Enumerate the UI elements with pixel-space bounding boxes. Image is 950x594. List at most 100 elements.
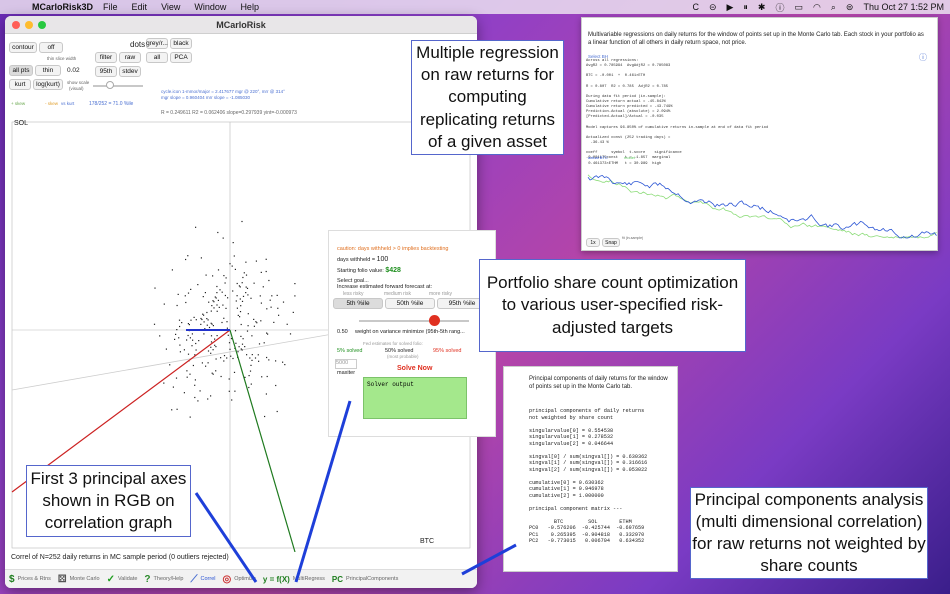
snap-button[interactable]: Snap <box>602 238 620 247</box>
scatter-point <box>210 322 212 324</box>
scatter-point <box>200 257 202 259</box>
tab-correl[interactable]: ⟋ Correl <box>191 574 216 585</box>
menu-window[interactable]: Window <box>194 2 226 12</box>
1x-button[interactable]: 1x <box>586 238 600 247</box>
scatter-point <box>215 358 217 360</box>
regression-info-icon[interactable]: ⓘ <box>919 52 927 63</box>
control-center-icon[interactable]: ⊜ <box>846 2 854 13</box>
bluetooth-icon[interactable]: ✱ <box>758 2 766 13</box>
scatter-point <box>187 323 189 325</box>
show-scale-label: show scale <box>67 80 90 85</box>
maxiter-input[interactable]: 5000 <box>335 359 357 369</box>
tab-label: Monte Carlo <box>69 576 100 582</box>
filter-button[interactable]: filter <box>95 52 117 63</box>
pc-header: Principal components of daily returns fo… <box>529 376 668 390</box>
solved5-label: 5% solved <box>337 348 363 354</box>
menu-file[interactable]: File <box>103 2 118 12</box>
thin-value[interactable]: 0.02 <box>67 67 80 74</box>
scatter-point <box>259 295 261 297</box>
black-button[interactable]: black <box>170 38 192 49</box>
scatter-point <box>202 313 204 315</box>
scatter-point <box>221 321 223 324</box>
menu-view[interactable]: View <box>161 2 180 12</box>
tab-principal-components[interactable]: PC PrincipalComponents <box>332 575 398 584</box>
scatter-point <box>203 333 205 335</box>
scatter-point <box>221 291 223 293</box>
scatter-point <box>292 311 294 313</box>
pca-annotation: Principal components analysis (multi dim… <box>690 487 928 579</box>
info-icon[interactable]: ⓘ <box>775 1 784 14</box>
scatter-point <box>211 372 213 374</box>
all-button[interactable]: all <box>146 52 168 63</box>
dots-label: dots <box>130 40 146 49</box>
menu-edit[interactable]: Edit <box>132 2 148 12</box>
weight-value: 0.50 <box>337 329 348 335</box>
weight-slider-thumb[interactable] <box>429 315 440 326</box>
scatter-point <box>192 339 194 341</box>
scatter-point <box>197 284 199 286</box>
tab-label: Optimize <box>234 576 256 582</box>
wifi-icon[interactable]: ◠ <box>813 2 821 13</box>
weight-slider-track[interactable] <box>359 320 469 322</box>
scatter-point <box>275 384 277 387</box>
scatter-point <box>222 304 224 306</box>
stop-icon[interactable]: ⊝ <box>709 2 717 13</box>
grey-button[interactable]: grey/r... <box>146 38 168 49</box>
scatter-point <box>265 258 267 260</box>
tab-validate[interactable]: ✓ Validate <box>107 574 138 585</box>
raw-button[interactable]: raw <box>119 52 141 63</box>
solve-now-button[interactable]: Solve Now <box>397 365 432 372</box>
kurt-button[interactable]: kurt <box>9 79 31 90</box>
days-withheld-value[interactable]: 100 <box>377 256 389 263</box>
contour-off-button[interactable]: off <box>39 42 63 53</box>
all-pts-button[interactable]: all pts <box>9 65 33 76</box>
tab-monte-carlo[interactable]: ⚄ Monte Carlo <box>58 574 100 585</box>
scatter-point <box>265 270 267 273</box>
tab-prices[interactable]: $ Prices & Rtns <box>9 574 51 585</box>
scatter-point <box>242 276 244 279</box>
thin-button[interactable]: thin <box>35 65 61 76</box>
scatter-point <box>253 282 255 284</box>
p5-button[interactable]: 5th %ile <box>333 298 383 309</box>
status-area: C ⊝ ▶ ⏸ ✱ ⓘ ▭ ◠ ⌕ ⊜ Thu Oct 27 1:52 PM <box>692 1 944 14</box>
p95-button[interactable]: 95th <box>95 66 117 77</box>
tab-theory-help[interactable]: ? Theory/Help <box>144 574 183 585</box>
scatter-point <box>223 317 225 319</box>
clock[interactable]: Thu Oct 27 1:52 PM <box>863 2 944 12</box>
pca-button[interactable]: PCA <box>170 52 192 63</box>
play-icon[interactable]: ▶ <box>726 2 733 13</box>
scatter-point <box>198 340 200 342</box>
scatter-point <box>165 348 167 350</box>
scatter-point <box>240 348 242 350</box>
p50-button[interactable]: 50th %ile <box>385 298 435 309</box>
logkurt-button[interactable]: log(kurt) <box>33 79 63 90</box>
scatter-point <box>235 300 237 302</box>
pause-icon[interactable]: ⏸ <box>743 2 748 13</box>
search-icon[interactable]: ⌕ <box>831 2 836 13</box>
scale-slider-thumb[interactable] <box>106 81 114 89</box>
cursor-icon[interactable]: C <box>692 2 699 12</box>
scatter-point <box>228 378 230 380</box>
tab-multiregress[interactable]: y = f(X) MultiRegress <box>263 575 325 584</box>
fit-label: fit (in-sample) <box>622 236 644 240</box>
scatter-point <box>154 287 156 289</box>
scatter-point <box>239 298 241 300</box>
scatter-points <box>153 220 296 418</box>
scatter-point <box>189 337 191 339</box>
app-name[interactable]: MCarloRisk3D <box>32 2 93 12</box>
battery-icon[interactable]: ▭ <box>794 2 803 13</box>
scale-slider-track[interactable] <box>93 85 143 87</box>
scatter-point <box>159 335 161 337</box>
stdev-button[interactable]: stdev <box>119 66 141 77</box>
scatter-point <box>175 333 177 335</box>
tab-optimize[interactable]: ◎ Optimize <box>222 574 255 585</box>
menu-help[interactable]: Help <box>240 2 259 12</box>
scatter-point <box>210 346 212 348</box>
contour-button[interactable]: contour <box>9 42 37 53</box>
scatter-point <box>207 362 209 364</box>
scatter-point <box>268 359 270 361</box>
skew-legend: + skew <box>11 101 26 106</box>
scatter-point <box>212 275 214 277</box>
tab-bar: $ Prices & Rtns ⚄ Monte Carlo ✓ Validate ? T… <box>5 569 477 588</box>
scatter-point <box>238 285 240 287</box>
